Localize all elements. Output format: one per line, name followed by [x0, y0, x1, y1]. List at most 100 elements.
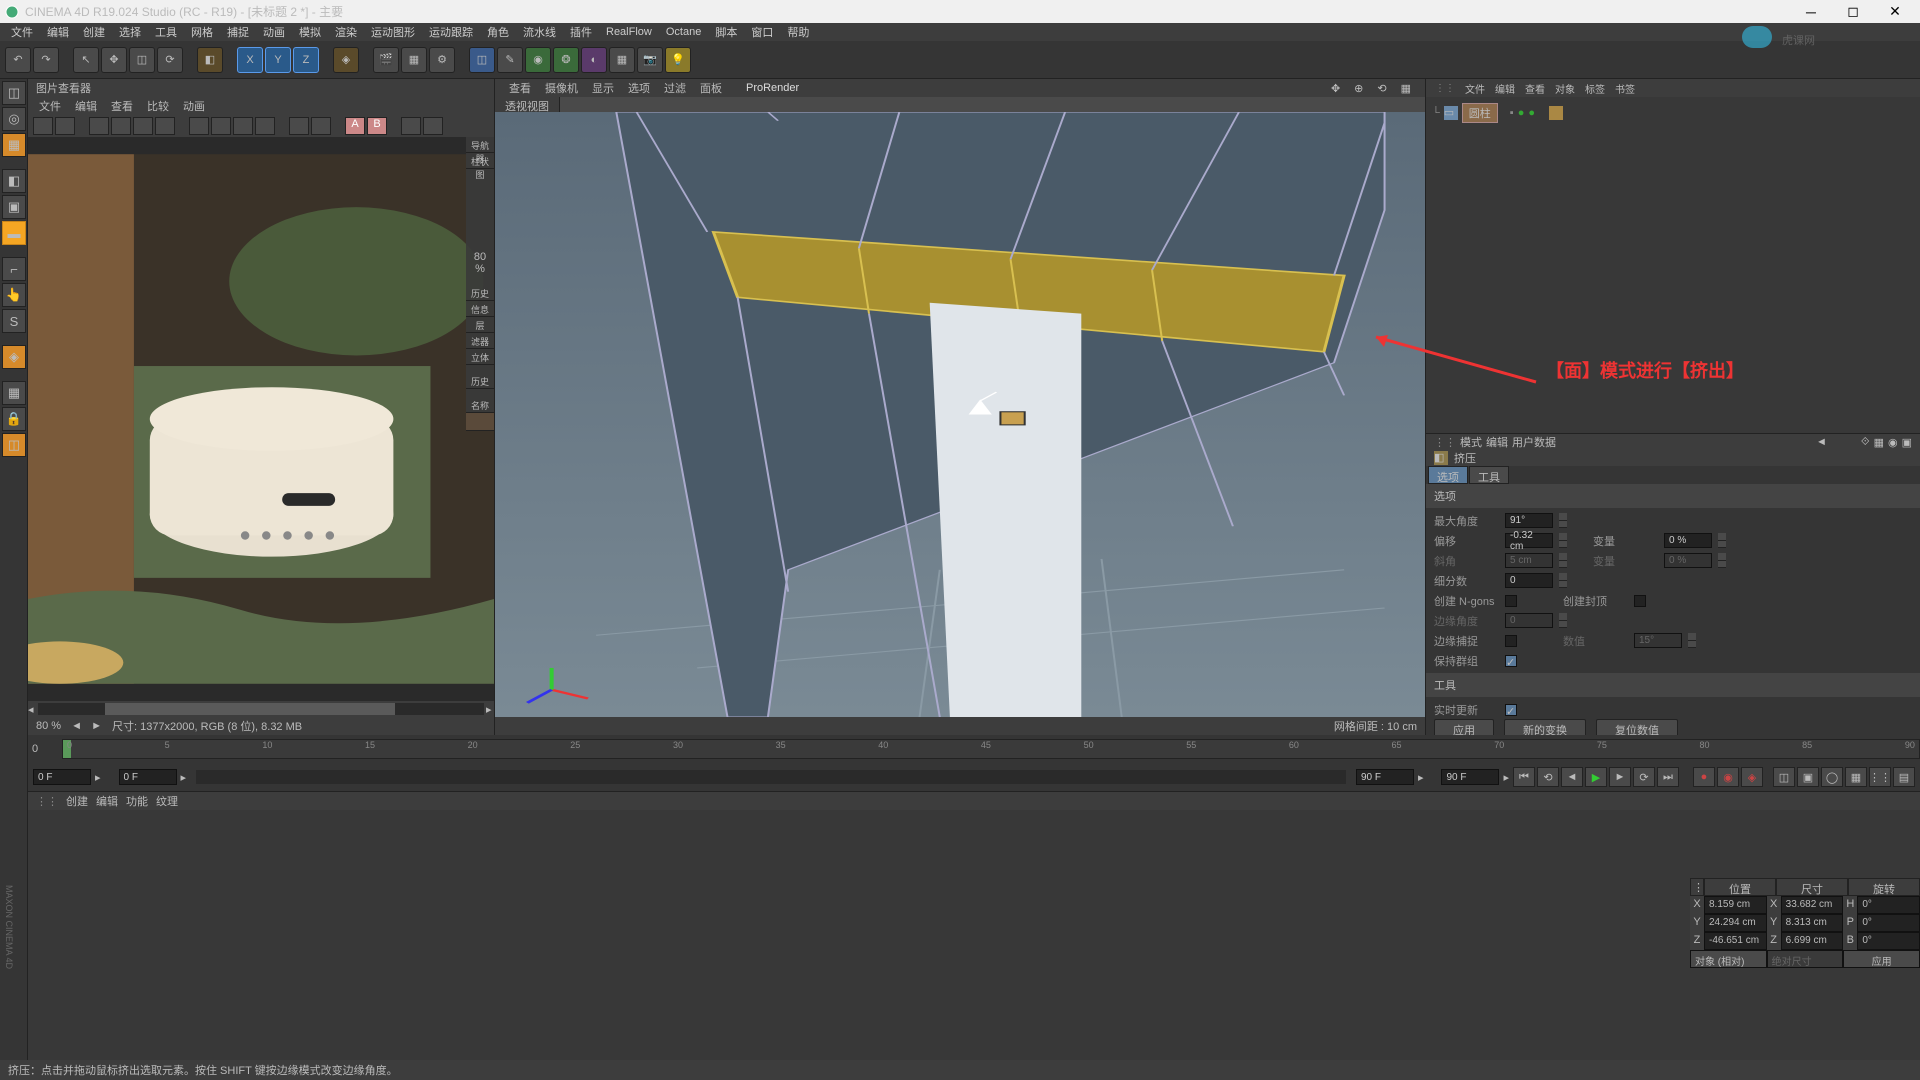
step-fwd-button[interactable]: ⟳: [1633, 767, 1655, 787]
menu-render[interactable]: 渲染: [329, 22, 363, 42]
img-filter1-button[interactable]: [189, 117, 209, 135]
img-channel-b[interactable]: B: [367, 117, 387, 135]
play-back-button[interactable]: ◄: [1561, 767, 1583, 787]
zoom-reset[interactable]: ►: [91, 720, 102, 732]
nav-history2[interactable]: 历史: [466, 373, 494, 389]
attr-tab-tool[interactable]: 工具: [1469, 466, 1509, 484]
attr-nav2-icon[interactable]: ▦: [1874, 436, 1884, 449]
object-name[interactable]: 圆柱: [1462, 103, 1498, 123]
frame-spinner2[interactable]: ▸: [181, 771, 187, 784]
key-pla-button[interactable]: ⋮⋮: [1869, 767, 1891, 787]
vp-camera[interactable]: 摄像机: [539, 78, 584, 98]
maximize-button[interactable]: ◻: [1833, 2, 1873, 22]
y-axis-button[interactable]: Y: [265, 47, 291, 73]
attr-mode[interactable]: 模式: [1460, 434, 1482, 450]
img-open-button[interactable]: [33, 117, 53, 135]
menu-select[interactable]: 选择: [113, 22, 147, 42]
layer-icon[interactable]: ◫: [2, 433, 26, 457]
keyframe-button[interactable]: ◈: [1741, 767, 1763, 787]
img-compare-button[interactable]: [89, 117, 109, 135]
camera-button[interactable]: 📷: [637, 47, 663, 73]
generator-button[interactable]: ❂: [553, 47, 579, 73]
nav-info[interactable]: 信息: [466, 301, 494, 317]
img-filter4-button[interactable]: [255, 117, 275, 135]
pos-y[interactable]: 24.294 cm: [1704, 914, 1767, 932]
x-axis-button[interactable]: X: [237, 47, 263, 73]
menu-animate[interactable]: 动画: [257, 22, 291, 42]
obj-tag1-icon[interactable]: [1549, 106, 1563, 120]
size-z[interactable]: 6.699 cm: [1781, 932, 1844, 950]
nav-thumb[interactable]: [466, 413, 494, 431]
menu-octane[interactable]: Octane: [660, 24, 707, 40]
object-mode-icon[interactable]: ◧: [2, 169, 26, 193]
vp-options[interactable]: 选项: [622, 78, 656, 98]
menu-file[interactable]: 文件: [5, 22, 39, 42]
coord-mode-select[interactable]: 对象 (相对): [1690, 950, 1767, 968]
menu-simulate[interactable]: 模拟: [293, 22, 327, 42]
field-subdiv[interactable]: 0: [1505, 573, 1553, 588]
autokey-button[interactable]: ◉: [1717, 767, 1739, 787]
img-histogram-button[interactable]: [401, 117, 421, 135]
check-edgesnap[interactable]: [1505, 635, 1517, 647]
imgmenu-anim[interactable]: 动画: [177, 96, 211, 116]
snap-icon[interactable]: S: [2, 309, 26, 333]
spinner-maxangle[interactable]: [1559, 513, 1567, 528]
minimize-button[interactable]: ─: [1791, 2, 1831, 22]
attr-nav1-icon[interactable]: ⟐: [1861, 436, 1870, 449]
frame-end-input[interactable]: [1356, 769, 1414, 785]
pos-x[interactable]: 8.159 cm: [1704, 896, 1767, 914]
coord-system-button[interactable]: ◈: [333, 47, 359, 73]
spinner-var1[interactable]: [1718, 533, 1726, 548]
field-offset[interactable]: -0.32 cm: [1505, 533, 1553, 548]
menu-window[interactable]: 窗口: [745, 22, 779, 42]
obj-visibility-icon[interactable]: ●: [1518, 107, 1525, 119]
record-button[interactable]: ●: [1693, 767, 1715, 787]
render-region-button[interactable]: ▦: [401, 47, 427, 73]
step-back-button[interactable]: ⟲: [1537, 767, 1559, 787]
menu-mesh[interactable]: 网格: [185, 22, 219, 42]
frame-start-input[interactable]: [33, 769, 91, 785]
timeline-track[interactable]: 051015202530354045505560657075808590: [62, 739, 1920, 759]
img-filter2-button[interactable]: [211, 117, 231, 135]
key-param-button[interactable]: ▦: [1845, 767, 1867, 787]
rot-h[interactable]: 0°: [1857, 896, 1920, 914]
render-settings-button[interactable]: ⚙: [429, 47, 455, 73]
img-nav-button[interactable]: [423, 117, 443, 135]
viewport-tab[interactable]: 透视视图: [495, 97, 560, 112]
field-maxangle[interactable]: 91°: [1505, 513, 1553, 528]
workplane-icon[interactable]: ▦: [2, 133, 26, 157]
polygon-mode-icon[interactable]: ▬: [2, 221, 26, 245]
frame-spinner1[interactable]: ▸: [95, 771, 101, 784]
vp-nav2-icon[interactable]: ⊕: [1348, 80, 1369, 97]
menu-edit[interactable]: 编辑: [41, 22, 75, 42]
nav-name[interactable]: 名称: [466, 397, 494, 413]
vp-filter[interactable]: 过滤: [658, 78, 692, 98]
menu-script[interactable]: 脚本: [709, 22, 743, 42]
om-edit[interactable]: 编辑: [1491, 79, 1519, 98]
uv-edge-icon[interactable]: 👆: [2, 283, 26, 307]
nav-cube[interactable]: 立体: [466, 349, 494, 365]
om-bookmarks[interactable]: 书签: [1611, 79, 1639, 98]
environment-button[interactable]: ▦: [609, 47, 635, 73]
reset-button[interactable]: 复位数值: [1596, 719, 1678, 736]
menu-pipeline[interactable]: 流水线: [517, 22, 562, 42]
img-filter3-button[interactable]: [233, 117, 253, 135]
mat-function[interactable]: 功能: [126, 793, 148, 809]
render-view-button[interactable]: 🎬: [373, 47, 399, 73]
imgmenu-file[interactable]: 文件: [33, 96, 67, 116]
key-scale-button[interactable]: ▣: [1797, 767, 1819, 787]
frame-spinner4[interactable]: ▸: [1503, 771, 1509, 784]
undo-button[interactable]: ↶: [5, 47, 31, 73]
deformer-button[interactable]: ◐: [581, 47, 607, 73]
scale-tool[interactable]: ◫: [129, 47, 155, 73]
menu-plugins[interactable]: 插件: [564, 22, 598, 42]
texture-mode-icon[interactable]: ◎: [2, 107, 26, 131]
check-realtime[interactable]: ✓: [1505, 704, 1517, 716]
redo-button[interactable]: ↷: [33, 47, 59, 73]
attr-edit[interactable]: 编辑: [1486, 434, 1508, 450]
size-x[interactable]: 33.682 cm: [1781, 896, 1844, 914]
goto-end-button[interactable]: ⏭: [1657, 767, 1679, 787]
model-icon[interactable]: ▣: [2, 195, 26, 219]
vp-view[interactable]: 查看: [503, 78, 537, 98]
mat-edit[interactable]: 编辑: [96, 793, 118, 809]
